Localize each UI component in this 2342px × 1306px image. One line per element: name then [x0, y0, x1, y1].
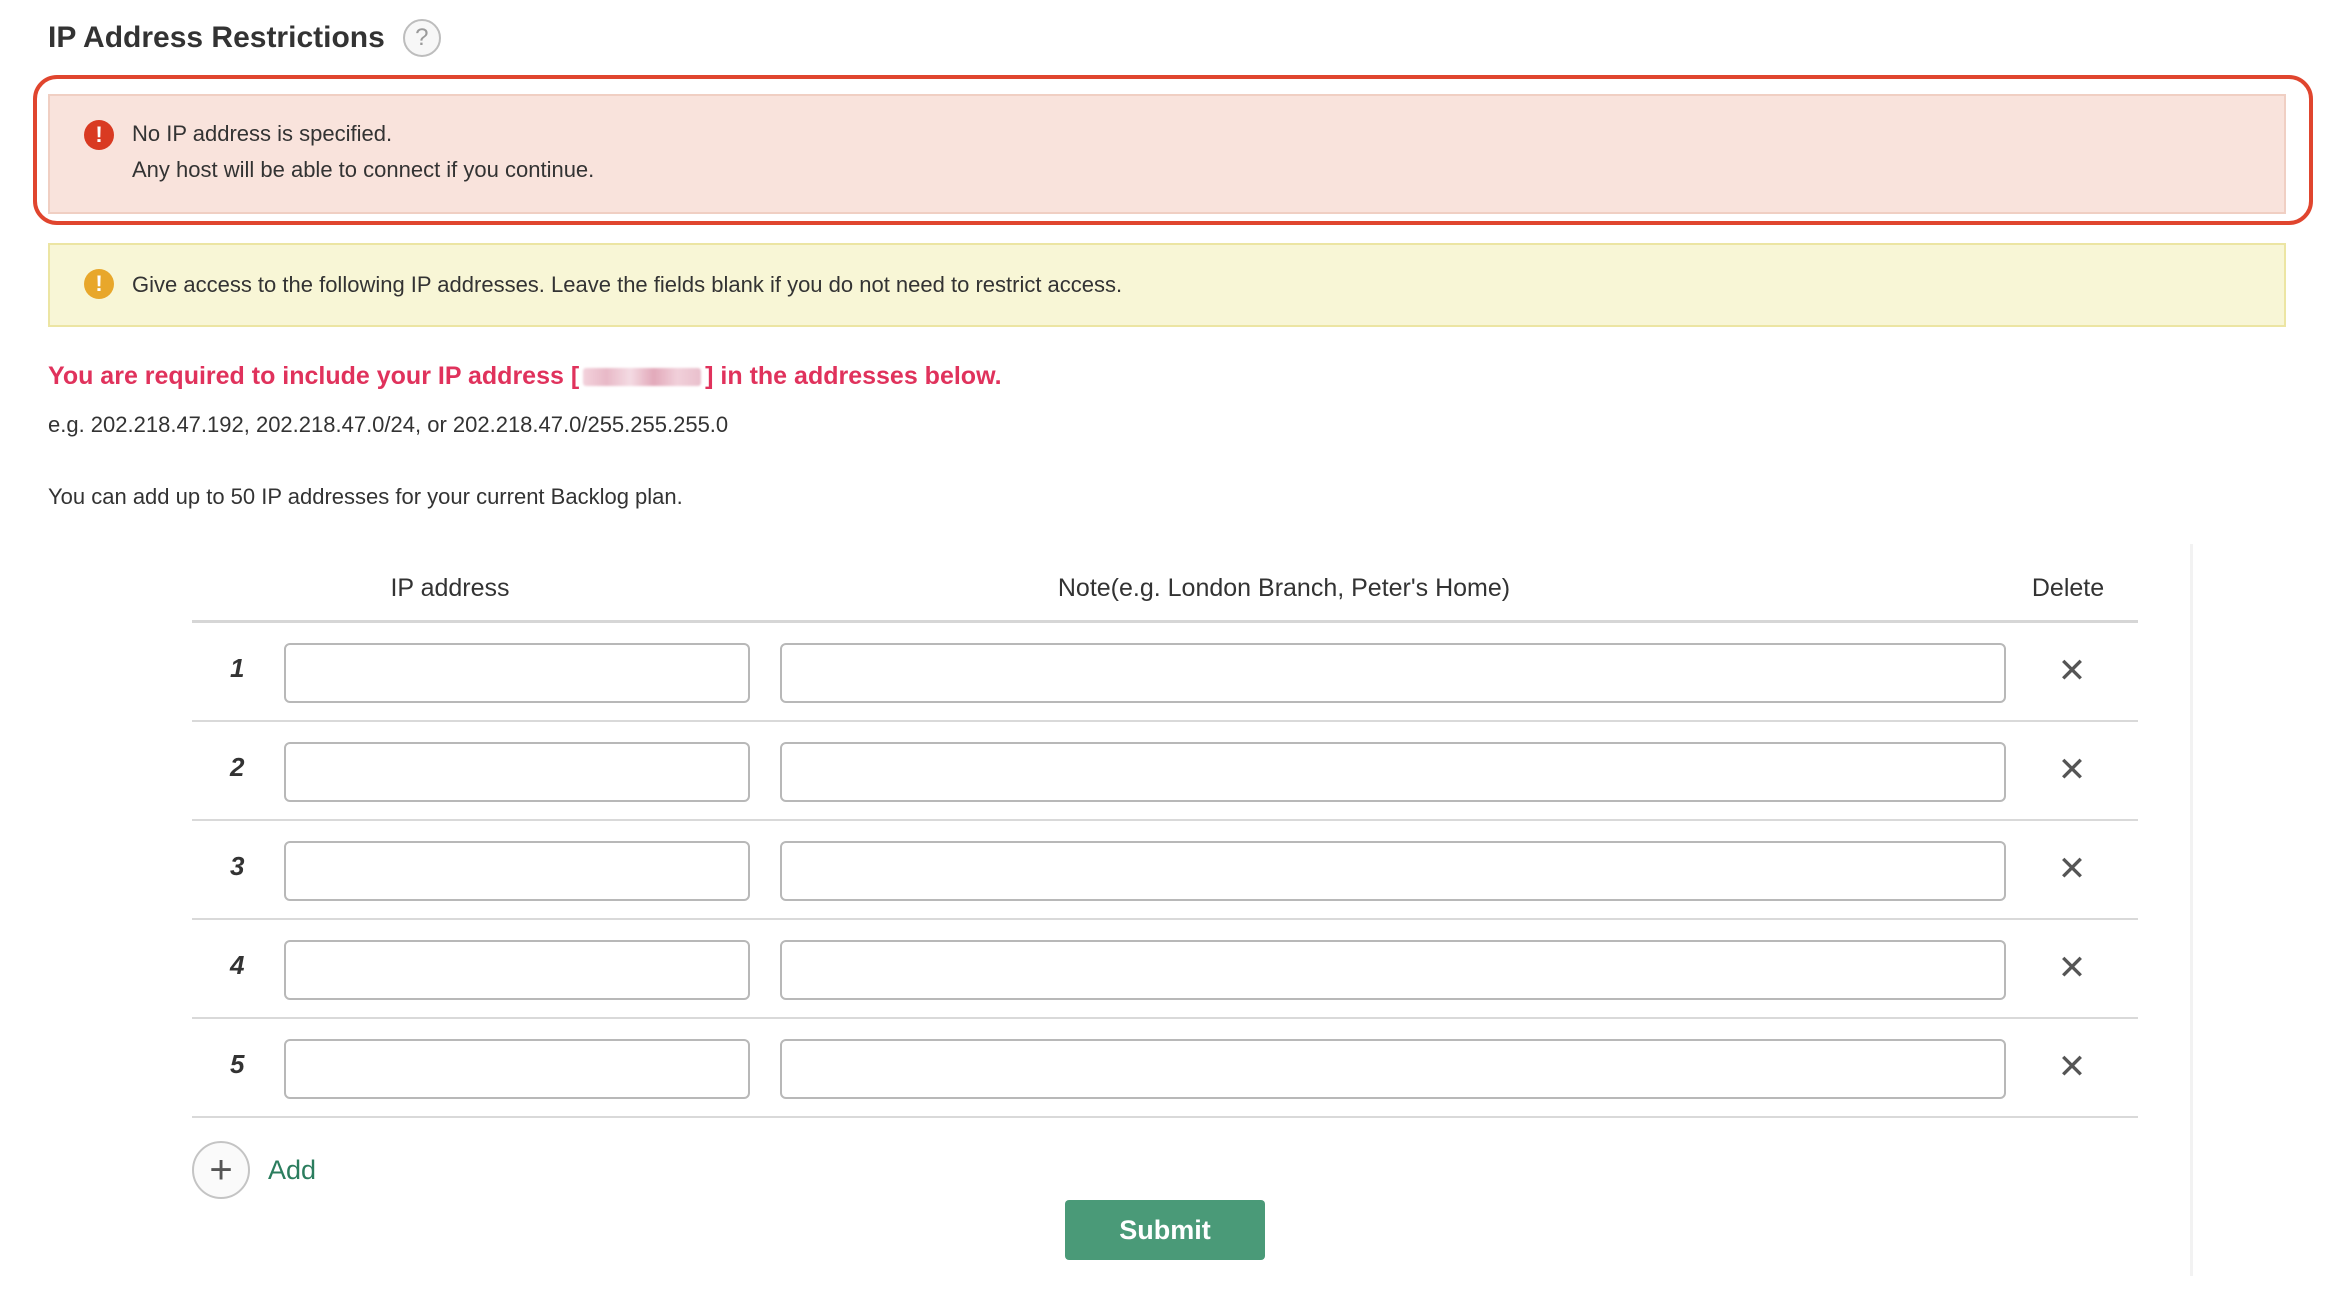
ip-address-input[interactable]: [284, 742, 750, 802]
delete-row-icon[interactable]: ✕: [2056, 949, 2088, 987]
required-ip-prefix: You are required to include your IP addr…: [48, 362, 580, 390]
ip-restrictions-page: IP Address Restrictions ? ! No IP addres…: [0, 0, 2342, 1306]
table-row: 2 ✕: [192, 722, 2138, 821]
note-input[interactable]: [780, 841, 2006, 901]
row-number: 4: [230, 950, 245, 980]
warning-alert-text: Give access to the following IP addresse…: [132, 272, 1123, 297]
warning-alert: ! Give access to the following IP addres…: [48, 243, 2286, 327]
note-input[interactable]: [780, 1039, 2006, 1099]
row-number: 1: [230, 653, 245, 683]
error-alert: ! No IP address is specified. Any host w…: [48, 94, 2286, 214]
header-ip-address: IP address: [390, 574, 510, 602]
error-icon: !: [84, 120, 114, 150]
table-row: 3 ✕: [192, 821, 2138, 920]
delete-row-icon[interactable]: ✕: [2056, 751, 2088, 789]
ip-address-input[interactable]: [284, 643, 750, 703]
side-divider: [2190, 544, 2193, 1276]
add-row-button[interactable]: + Add: [192, 1140, 316, 1200]
note-input[interactable]: [780, 940, 2006, 1000]
redacted-ip: [583, 367, 702, 386]
error-alert-line1: No IP address is specified.: [132, 121, 393, 146]
submit-button[interactable]: Submit: [1065, 1200, 1265, 1260]
table-header: IP address Note(e.g. London Branch, Pete…: [192, 564, 2138, 623]
add-label[interactable]: Add: [268, 1155, 316, 1186]
header-delete: Delete: [2031, 574, 2105, 602]
table-row: 1 ✕: [192, 623, 2138, 722]
error-alert-line2: Any host will be able to connect if you …: [132, 157, 595, 182]
ip-example-text: e.g. 202.218.47.192, 202.218.47.0/24, or…: [48, 412, 729, 437]
note-input[interactable]: [780, 742, 2006, 802]
ip-address-input[interactable]: [284, 841, 750, 901]
header-note: Note(e.g. London Branch, Peter's Home): [1057, 574, 1511, 602]
page-title: IP Address Restrictions: [48, 21, 385, 54]
title-row: IP Address Restrictions ?: [48, 14, 441, 62]
row-number: 2: [230, 752, 245, 782]
warning-icon: !: [84, 269, 114, 299]
ip-address-input[interactable]: [284, 1039, 750, 1099]
row-number: 3: [230, 851, 245, 881]
required-ip-notice: You are required to include your IP addr…: [48, 362, 1002, 391]
delete-row-icon[interactable]: ✕: [2056, 652, 2088, 690]
ip-address-input[interactable]: [284, 940, 750, 1000]
note-input[interactable]: [780, 643, 2006, 703]
help-icon[interactable]: ?: [402, 19, 441, 57]
table-row: 5 ✕: [192, 1019, 2138, 1118]
delete-row-icon[interactable]: ✕: [2056, 1048, 2088, 1086]
row-number: 5: [230, 1049, 245, 1079]
delete-row-icon[interactable]: ✕: [2056, 850, 2088, 888]
ip-limit-text: You can add up to 50 IP addresses for yo…: [48, 484, 683, 509]
error-alert-text: No IP address is specified. Any host wil…: [132, 116, 594, 188]
plus-icon[interactable]: +: [192, 1141, 250, 1199]
required-ip-suffix: ] in the addresses below.: [705, 362, 1002, 390]
table-row: 4 ✕: [192, 920, 2138, 1019]
